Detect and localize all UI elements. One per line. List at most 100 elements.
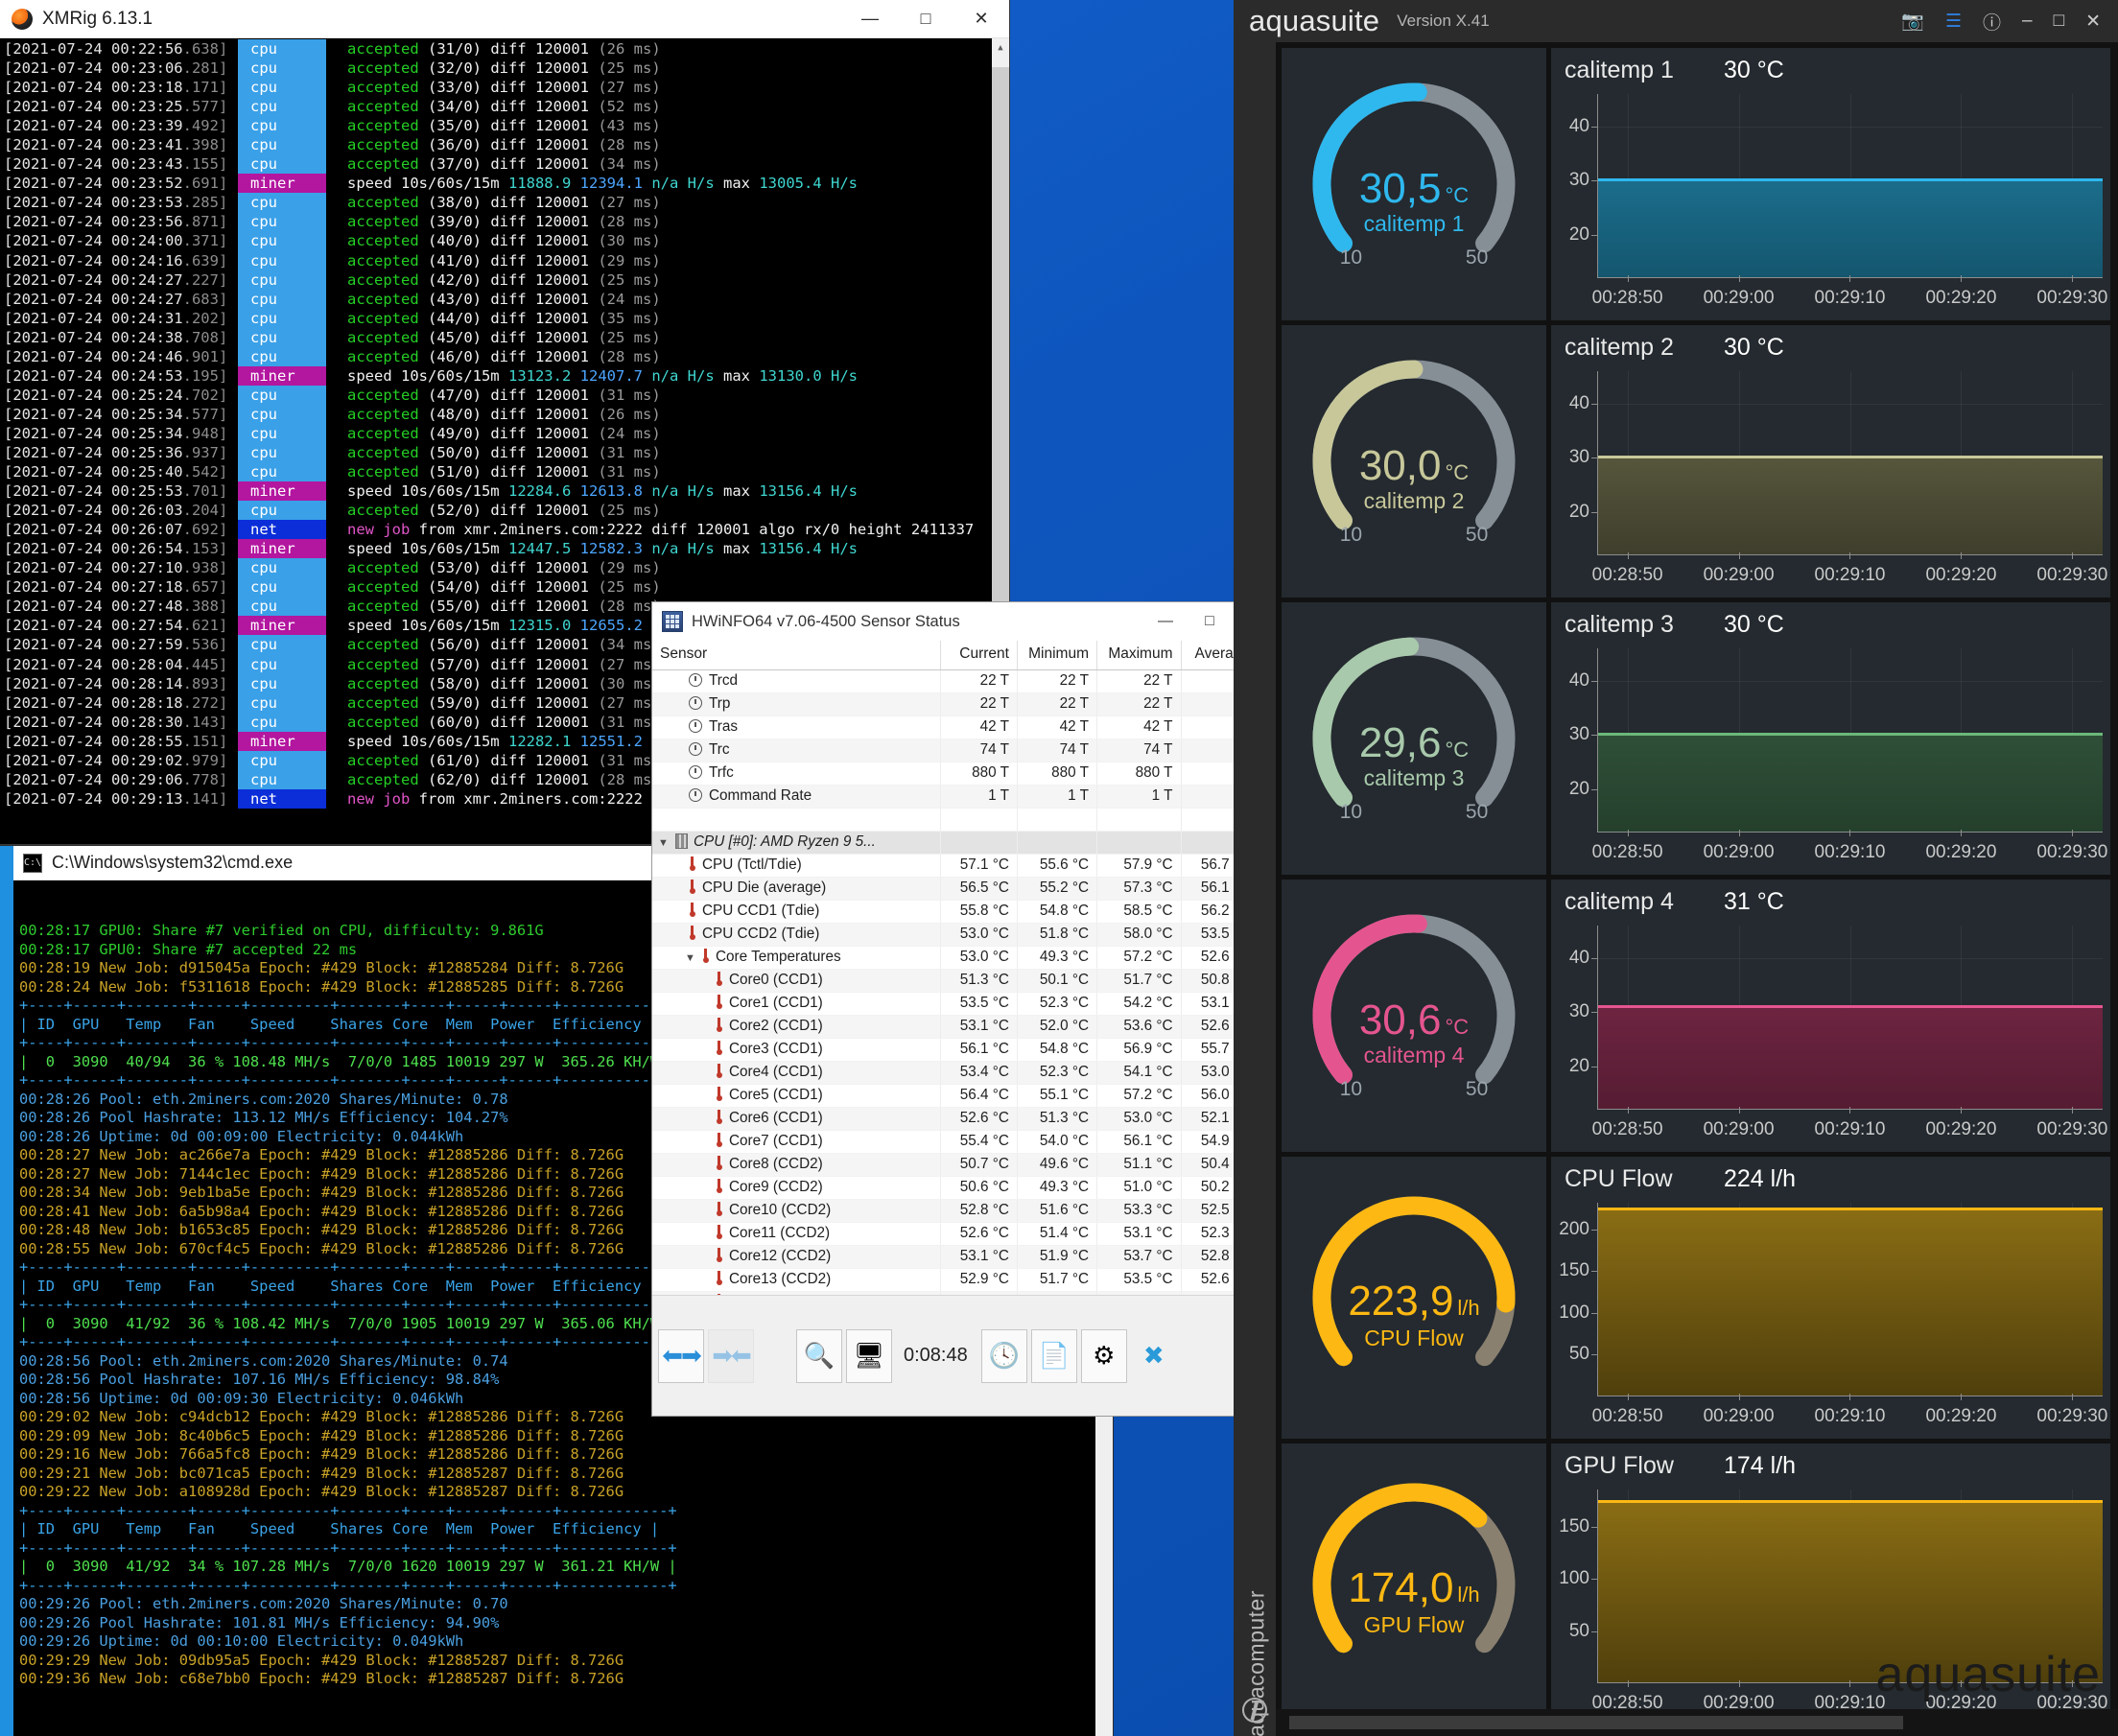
- screenshot-icon[interactable]: 📷: [1901, 10, 1924, 33]
- sensor-row[interactable]: CPU (Tctl/Tdie) 57.1 °C 55.6 °C 57.9 °C 56.7…: [652, 854, 1259, 878]
- gauge-tile-gpu-flow[interactable]: 174,0 l/h GPU Flow: [1282, 1443, 1546, 1725]
- gauge-tile-calitemp-4[interactable]: 30,6 °C calitemp 4 10 50: [1282, 880, 1546, 1152]
- aquasuite-sidebar[interactable]: aquacomputer: [1234, 42, 1276, 1736]
- log-message: accepted (42/0) diff 120001 (25 ms): [347, 270, 661, 289]
- sensor-row[interactable]: Command Rate 1 T1 T1 T: [652, 785, 1259, 809]
- column-header-minimum[interactable]: Minimum: [1017, 641, 1098, 670]
- sensor-row[interactable]: Core2 (CCD1) 53.1 °C 52.0 °C 53.6 °C 52.6 °C: [652, 1015, 1259, 1039]
- sensor-row[interactable]: Core11 (CCD2) 52.6 °C 51.4 °C 53.1 °C 52.3 °…: [652, 1222, 1259, 1246]
- minimize-icon[interactable]: –: [2022, 11, 2033, 32]
- log-timestamp: [2021-07-24 00:28:30.143]: [4, 713, 228, 731]
- gauge-tile-cpu-flow[interactable]: 223,9 l/h CPU Flow: [1282, 1157, 1546, 1439]
- sensor-row[interactable]: Core3 (CCD1) 56.1 °C 54.8 °C 56.9 °C 55.7 °C: [652, 1038, 1259, 1062]
- chart-current-value: 224 l/h: [1724, 1165, 1797, 1192]
- xmrig-window-controls[interactable]: — □ ✕: [842, 0, 1009, 38]
- sensor-maximum: 53.5 °C: [1096, 1268, 1182, 1292]
- close-icon[interactable]: ✕: [953, 0, 1009, 38]
- gauge-tile-calitemp-3[interactable]: 29,6 °C calitemp 3 10 50: [1282, 602, 1546, 875]
- close-x-icon[interactable]: ✖: [1131, 1329, 1177, 1383]
- hwinfo-window[interactable]: HWiNFO64 v7.06-4500 Sensor Status — □ ✕ …: [652, 602, 1276, 1416]
- chart-title: GPU Flow: [1565, 1452, 1674, 1479]
- sensor-maximum: 57.9 °C: [1096, 854, 1182, 878]
- sensor-row[interactable]: CPU CCD1 (Tdie) 55.8 °C 54.8 °C 58.5 °C 56.2…: [652, 900, 1259, 924]
- chart-tile-calitemp-3[interactable]: calitemp 3 30 °C 20 30 40 00:28:50 00:29:00 00:…: [1551, 602, 2110, 875]
- aquasuite-window[interactable]: aquasuite Version X.41 📷 ☰ ⓘ – □ ✕ aquac…: [1234, 0, 2118, 1736]
- sensor-minimum: [1017, 808, 1098, 832]
- thermometer-icon: [716, 1225, 722, 1240]
- hwinfo-toolbar[interactable]: ⬅➡ ➡⬅ 🔍 🖥 0:08:48 🕓 📄 ⚙ ✖: [652, 1295, 1276, 1416]
- minimize-icon[interactable]: —: [842, 0, 898, 38]
- gauge-unit: °C: [1445, 459, 1470, 484]
- gauge-label: GPU Flow: [1363, 1612, 1465, 1638]
- scroll-thumb[interactable]: [1289, 1716, 1903, 1729]
- sensor-row[interactable]: CPU Die (average) 56.5 °C 55.2 °C 57.3 °C 56…: [652, 877, 1259, 901]
- clone-window-icon[interactable]: 🖥: [846, 1328, 892, 1383]
- sensor-row[interactable]: ▼ Core Temperatures 53.0 °C 49.3 °C 57.2 °C 5…: [652, 946, 1259, 970]
- sensor-row[interactable]: Trfc 880 T 880 T 880 T: [652, 762, 1259, 786]
- info-icon[interactable]: ⓘ: [1983, 9, 2001, 35]
- hwinfo-title: HWiNFO64 v7.06-4500 Sensor Status: [692, 612, 960, 630]
- log-tag: cpu: [238, 769, 326, 789]
- aquasuite-horizontal-scrollbar[interactable]: [1276, 1709, 2118, 1736]
- column-header-sensor[interactable]: Sensor: [652, 641, 941, 670]
- chevron-down-icon[interactable]: ▼: [685, 952, 702, 964]
- sensor-current: 57.1 °C: [940, 854, 1018, 878]
- column-header-maximum[interactable]: Maximum: [1096, 641, 1182, 670]
- sensor-row[interactable]: Core4 (CCD1) 53.4 °C 52.3 °C 54.1 °C 53.0 °C: [652, 1061, 1259, 1085]
- y-axis-tick: 40: [1568, 669, 1598, 691]
- log-timestamp: [2021-07-24 00:23:41.398]: [4, 136, 228, 154]
- sensor-minimum: 51.4 °C: [1017, 1222, 1098, 1246]
- hwinfo-titlebar[interactable]: HWiNFO64 v7.06-4500 Sensor Status — □ ✕: [652, 602, 1276, 641]
- xmrig-log-line: [2021-07-24 00:26:03.204] cpu accepted (52…: [0, 501, 1009, 521]
- sensor-row[interactable]: Tras 42 T 42 T 42 T: [652, 716, 1259, 739]
- minimize-icon[interactable]: —: [1143, 602, 1188, 641]
- maximize-icon[interactable]: □: [898, 0, 953, 38]
- chevron-down-icon[interactable]: ▼: [658, 837, 675, 849]
- new-report-icon[interactable]: 📄: [1030, 1328, 1077, 1383]
- scroll-up-icon[interactable]: ▲: [992, 38, 1009, 58]
- chart-tile-calitemp-2[interactable]: calitemp 2 30 °C 20 30 40 00:28:50 00:29:00 00:…: [1551, 325, 2110, 598]
- scroll-thumb[interactable]: [992, 67, 1009, 604]
- layers-icon[interactable]: ☰: [1945, 11, 1962, 33]
- xmrig-log-line: [2021-07-24 00:25:34.948] cpu accepted (49…: [0, 423, 1009, 443]
- cmd-log-line: 00:29:36 New Job: c68e7bb0 Epoch: #429 B…: [19, 1670, 624, 1687]
- chart-tile-calitemp-4[interactable]: calitemp 4 31 °C 20 30 40 00:28:50 00:29:00 00:…: [1551, 880, 2110, 1152]
- sensor-current: 52.9 °C: [940, 1268, 1018, 1292]
- maximize-icon[interactable]: □: [2054, 11, 2064, 32]
- sensor-inspect-icon[interactable]: 🔍: [796, 1328, 842, 1383]
- sensor-group-row[interactable]: ▼ CPU [#0]: AMD Ryzen 9 5...: [652, 831, 1259, 855]
- maximize-icon[interactable]: □: [1188, 602, 1232, 641]
- sensor-row[interactable]: Core7 (CCD1) 55.4 °C 54.0 °C 56.1 °C 54.9 °C: [652, 1130, 1259, 1154]
- sensor-row[interactable]: Core1 (CCD1) 53.5 °C 52.3 °C 54.2 °C 53.1 °C: [652, 992, 1259, 1016]
- hwinfo-sensor-grid[interactable]: Sensor Current Minimum Maximum Average Trcd 2…: [652, 641, 1276, 1295]
- sensor-row[interactable]: Core10 (CCD2) 52.8 °C 51.6 °C 53.3 °C 52.5 °…: [652, 1199, 1259, 1223]
- sensor-row[interactable]: Core0 (CCD1) 51.3 °C 50.1 °C 51.7 °C 50.8 °C: [652, 969, 1259, 993]
- sensor-row[interactable]: Core13 (CCD2) 52.9 °C 51.7 °C 53.5 °C 52.6 °…: [652, 1268, 1259, 1292]
- column-header-current[interactable]: Current: [940, 641, 1018, 670]
- sensor-row[interactable]: Core12 (CCD2) 53.1 °C 51.9 °C 53.7 °C 52.8 °…: [652, 1245, 1259, 1269]
- xmrig-titlebar[interactable]: XMRig 6.13.1 — □ ✕: [0, 0, 1009, 38]
- sensor-row[interactable]: Core6 (CCD1) 52.6 °C 51.3 °C 53.0 °C 52.1 °C: [652, 1107, 1259, 1131]
- sensor-row[interactable]: [652, 808, 1259, 832]
- sensor-row[interactable]: Core8 (CCD2) 50.7 °C 49.6 °C 51.1 °C 50.4 °C: [652, 1153, 1259, 1177]
- sensor-current: [940, 831, 1018, 855]
- gauge-tile-calitemp-1[interactable]: 30,5 °C calitemp 1 10 50: [1282, 48, 1546, 320]
- log-message: accepted (32/0) diff 120001 (25 ms): [347, 59, 661, 78]
- gauge-tile-calitemp-2[interactable]: 30,0 °C calitemp 2 10 50: [1282, 325, 1546, 598]
- sensor-row[interactable]: Core5 (CCD1) 56.4 °C 55.1 °C 57.2 °C 56.0 °C: [652, 1084, 1259, 1108]
- close-icon[interactable]: ✕: [2085, 11, 2101, 33]
- sensor-row[interactable]: Trp 22 T 22 T 22 T: [652, 692, 1259, 716]
- log-timestamp: [2021-07-24 00:24:27.683]: [4, 290, 228, 308]
- clock-icon[interactable]: 🕓: [980, 1328, 1027, 1383]
- gear-icon[interactable]: ⚙: [1080, 1328, 1127, 1383]
- sensor-row[interactable]: CPU CCD2 (Tdie) 53.0 °C 51.8 °C 58.0 °C 53.5…: [652, 923, 1259, 947]
- chart-tile-calitemp-1[interactable]: calitemp 1 30 °C 20 30 40 00:28:50 00:29:00 00:…: [1551, 48, 2110, 320]
- sensor-row[interactable]: Trc 74 T 74 T 74 T: [652, 739, 1259, 762]
- expand-columns-icon[interactable]: ⬅➡: [658, 1328, 704, 1383]
- sensor-row[interactable]: Trcd 22 T 22 T 22 T: [652, 669, 1259, 693]
- aquasuite-header-icons[interactable]: 📷 ☰ ⓘ – □ ✕: [1901, 9, 2118, 35]
- chart-tile-cpu-flow[interactable]: CPU Flow 224 l/h 50 100 150 200 00:28:50 00:29:…: [1551, 1157, 2110, 1439]
- sensor-row[interactable]: Core9 (CCD2) 50.6 °C 49.3 °C 51.0 °C 50.2 °C: [652, 1176, 1259, 1200]
- collapse-columns-icon[interactable]: ➡⬅: [708, 1328, 754, 1383]
- aquasuite-brand: aquasuite: [1249, 4, 1380, 37]
